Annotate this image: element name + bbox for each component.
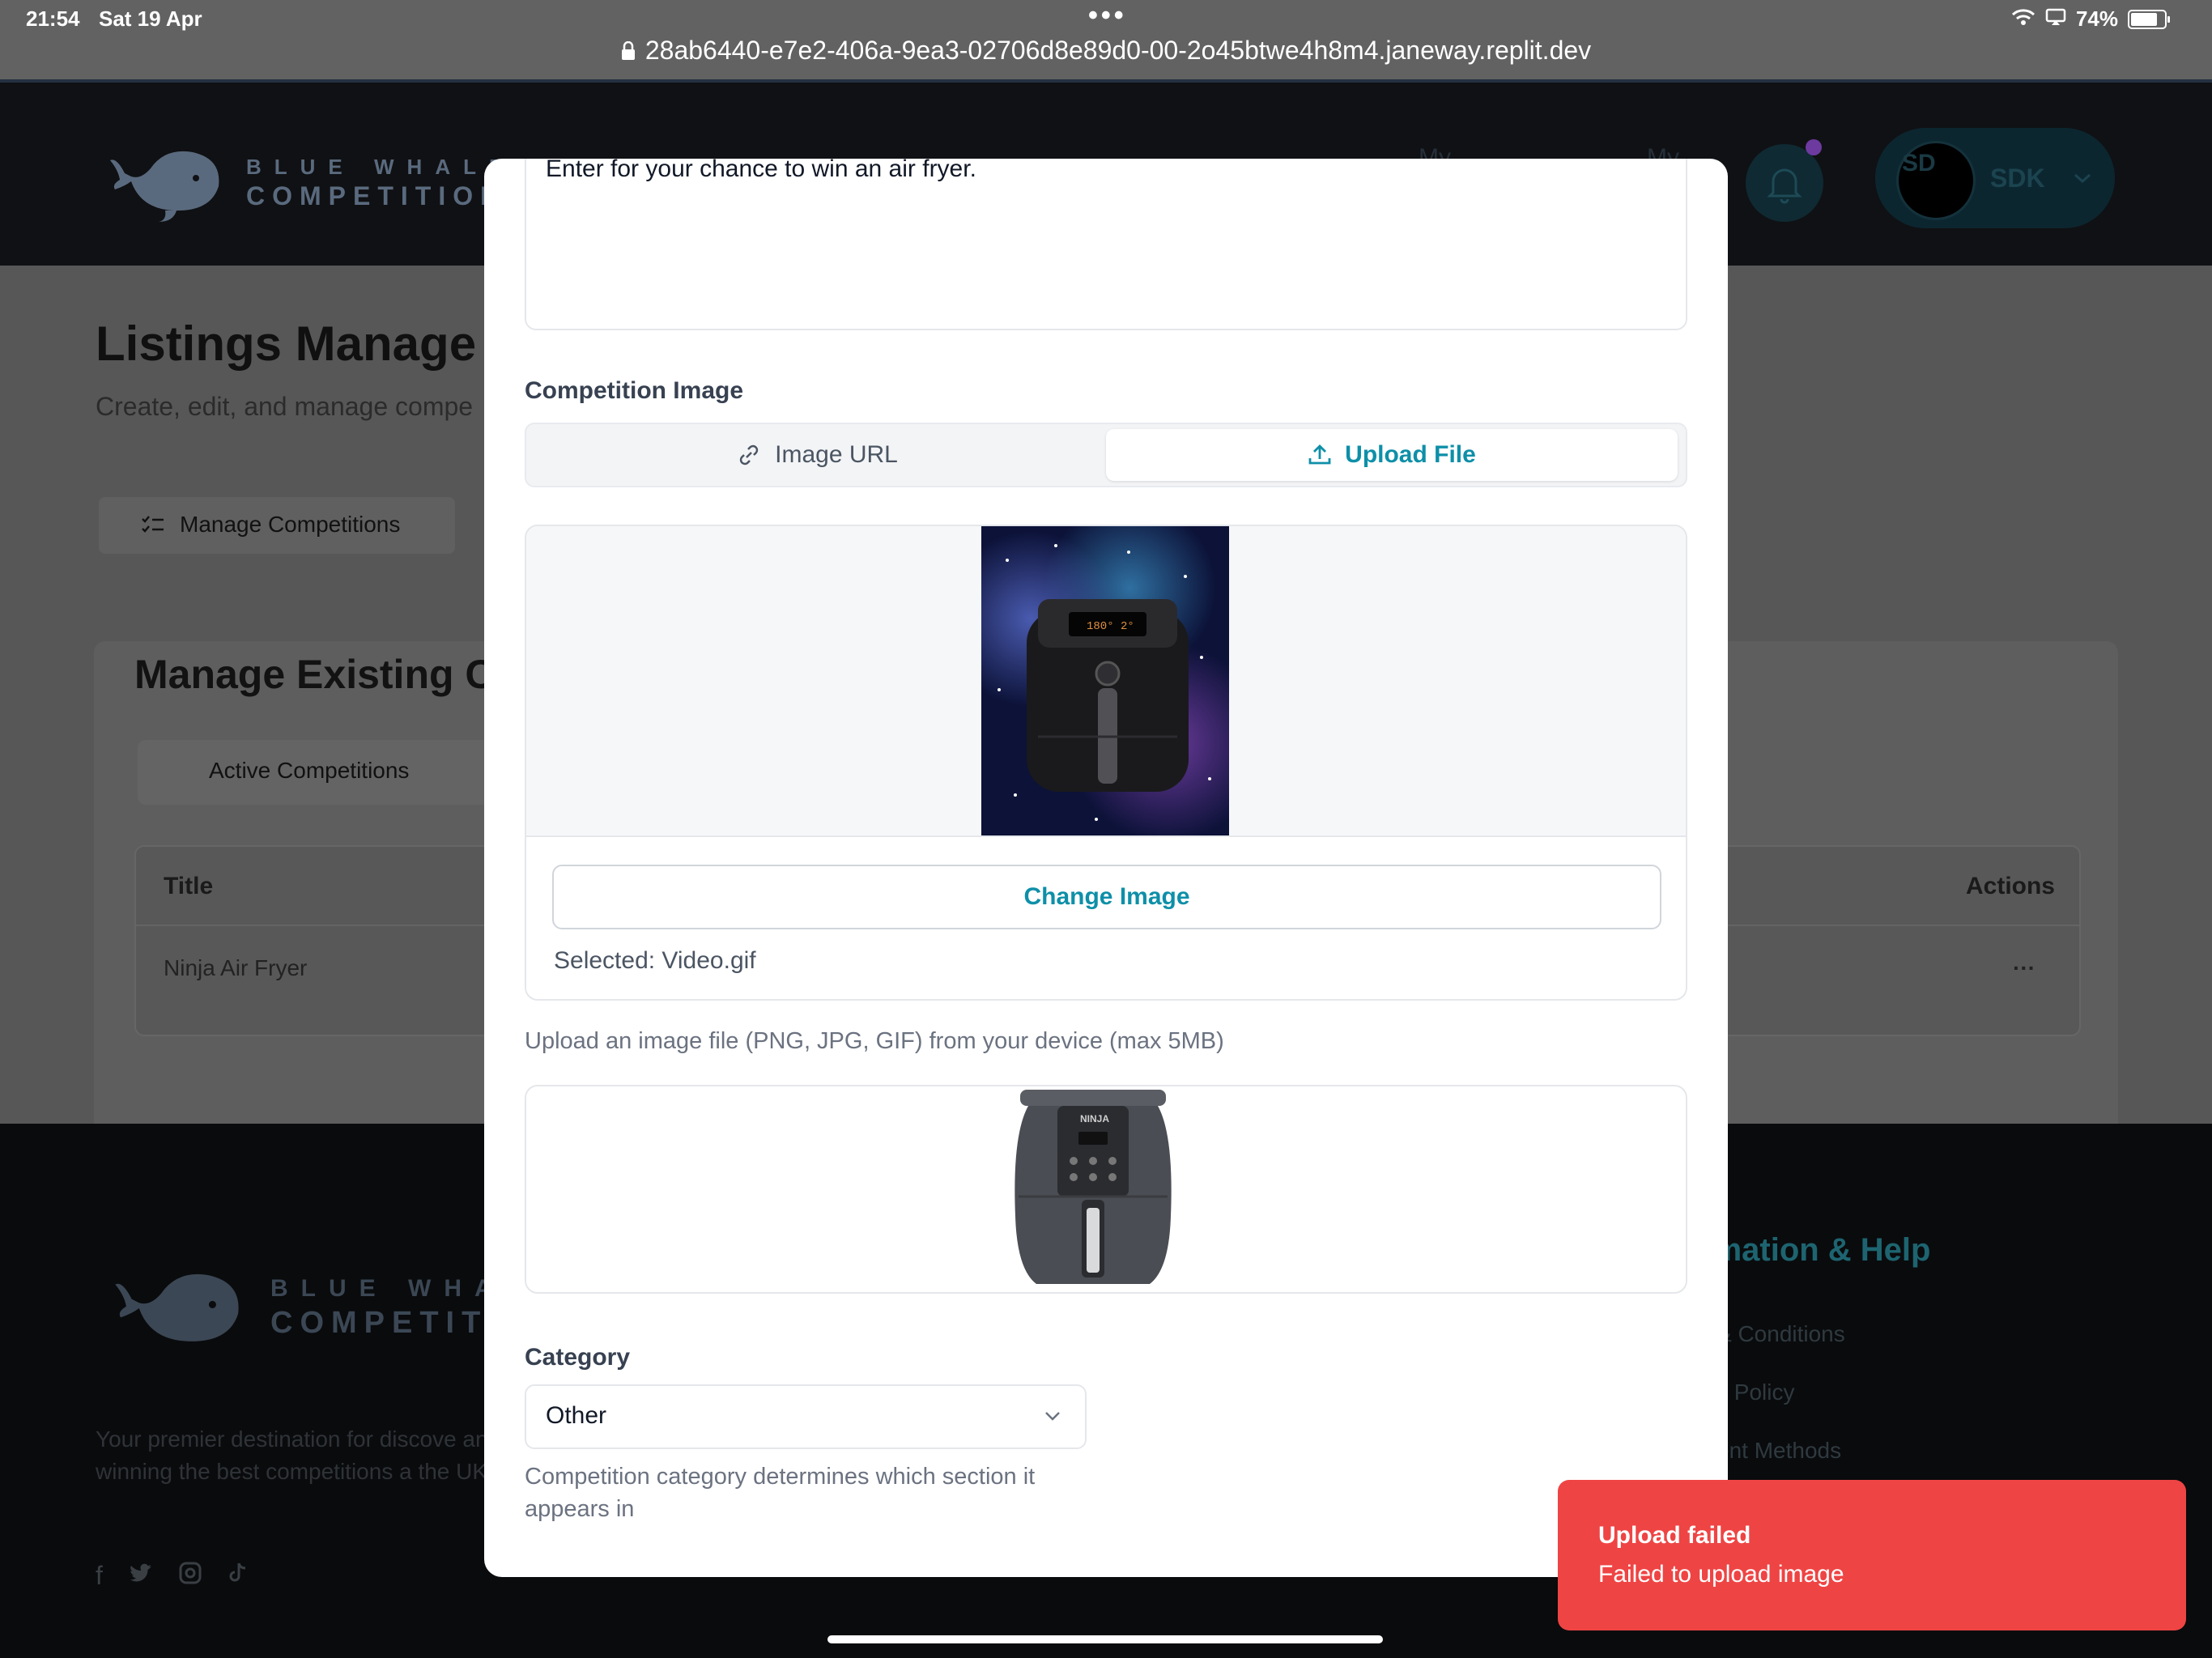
category-label: Category — [525, 1344, 631, 1371]
avatar: SD — [1896, 141, 1976, 220]
footer-tagline: Your premier destination for discove and… — [96, 1426, 501, 1484]
column-header-actions: Actions — [1965, 873, 2055, 899]
air-fryer-image: NINJA — [1015, 1090, 1172, 1284]
status-date: Sat 19 Apr — [99, 6, 202, 31]
upload-preview-card: 180° 2° Change Image Selected: Video.gif — [525, 525, 1687, 1001]
whale-logo-icon — [115, 1273, 239, 1341]
notification-button[interactable] — [1746, 144, 1823, 222]
battery-icon — [2128, 9, 2170, 29]
page-subtitle: Create, edit, and manage compe — [96, 392, 474, 421]
more-dots-icon[interactable]: ••• — [1088, 0, 1127, 32]
chevron-down-icon — [1045, 1412, 1060, 1421]
instagram-icon[interactable] — [179, 1561, 202, 1591]
wifi-icon — [2011, 6, 2035, 32]
row-actions-button[interactable]: ··· — [2013, 955, 2035, 981]
competition-image-label: Competition Image — [525, 377, 744, 404]
footer-link-privacy[interactable]: y Policy — [1716, 1380, 1794, 1405]
user-name: SDK — [1990, 164, 2045, 193]
svg-text:180° 2°: 180° 2° — [1087, 620, 1134, 633]
tab-label: Manage Competitions — [180, 512, 401, 537]
twitter-icon[interactable] — [129, 1561, 153, 1591]
tab-image-url[interactable]: Image URL — [531, 429, 1103, 481]
uploaded-image-preview: 180° 2° — [981, 526, 1229, 835]
change-image-button[interactable]: Change Image — [552, 865, 1661, 929]
toast-message: Failed to upload image — [1598, 1561, 1844, 1588]
category-select[interactable]: Other — [525, 1384, 1087, 1449]
notification-dot — [1806, 139, 1822, 155]
bell-icon — [1767, 168, 1802, 204]
address-bar[interactable]: 28ab6440-e7e2-406a-9ea3-02706d8e89d0-00-… — [0, 36, 2212, 67]
status-indicators: 74% — [2011, 6, 2170, 32]
air-fryer-image: 180° 2° — [1027, 599, 1189, 792]
tab-upload-file-label: Upload File — [1345, 441, 1476, 468]
status-time: 21:54 — [26, 6, 80, 31]
svg-text:NINJA: NINJA — [1080, 1113, 1109, 1124]
image-preview-area: 180° 2° — [526, 526, 1686, 837]
facebook-icon[interactable]: f — [96, 1561, 103, 1591]
card-title: Manage Existing C — [134, 652, 495, 697]
social-links: f — [96, 1561, 249, 1591]
toast-title: Upload failed — [1598, 1522, 1751, 1549]
browser-status-bar: 21:54 Sat 19 Apr ••• 28ab6440-e7e2-406a-… — [0, 0, 2212, 79]
description-text: Enter for your chance to win an air frye… — [546, 159, 976, 182]
upload-help-text: Upload an image file (PNG, JPG, GIF) fro… — [525, 1028, 1224, 1054]
whale-logo-icon — [110, 151, 219, 222]
footer-info-title: rmation & Help — [1700, 1232, 1931, 1268]
error-toast[interactable]: Upload failed Failed to upload image — [1558, 1480, 2186, 1630]
tab-active-competitions[interactable]: Active Competitions — [138, 740, 502, 805]
image-source-toggle: Image URL Upload File — [525, 423, 1687, 487]
footer-logo[interactable]: BLUE WHAL COMPETITIO — [113, 1261, 534, 1355]
upload-icon — [1308, 444, 1331, 465]
category-value: Other — [546, 1402, 607, 1429]
tiktok-icon[interactable] — [228, 1561, 249, 1591]
description-textarea[interactable]: Enter for your chance to win an air frye… — [525, 159, 1687, 330]
battery-percent: 74% — [2075, 6, 2118, 31]
selected-file-text: Selected: Video.gif — [554, 947, 756, 974]
footer-link-payment[interactable]: ent Methods — [1716, 1438, 1841, 1464]
subtab-label: Active Competitions — [209, 758, 410, 783]
site-logo[interactable]: BLUE WHALE COMPETITIONS — [108, 141, 531, 222]
tab-image-url-label: Image URL — [775, 441, 898, 468]
home-indicator[interactable] — [827, 1635, 1383, 1643]
table-cell-title: Ninja Air Fryer — [164, 955, 308, 980]
url-text: 28ab6440-e7e2-406a-9ea3-02706d8e89d0-00-… — [644, 36, 1592, 65]
category-help-text: Competition category determines which se… — [525, 1464, 1036, 1522]
footer-link-terms[interactable]: & Conditions — [1716, 1321, 1845, 1347]
screen-mirror-icon — [2045, 6, 2066, 32]
edit-competition-modal: Enter for your chance to win an air frye… — [484, 159, 1728, 1577]
page-title: Listings Manage — [96, 317, 477, 371]
tab-upload-file[interactable]: Upload File — [1106, 429, 1678, 481]
current-image-preview: NINJA — [525, 1085, 1687, 1294]
list-check-icon — [142, 516, 164, 533]
user-menu-button[interactable]: SD SDK — [1875, 128, 2115, 228]
column-header-title: Title — [164, 873, 214, 899]
lock-icon — [621, 37, 636, 67]
link-icon — [739, 444, 759, 466]
tab-manage-competitions[interactable]: Manage Competitions — [99, 497, 455, 554]
chevron-down-icon — [2074, 173, 2091, 184]
